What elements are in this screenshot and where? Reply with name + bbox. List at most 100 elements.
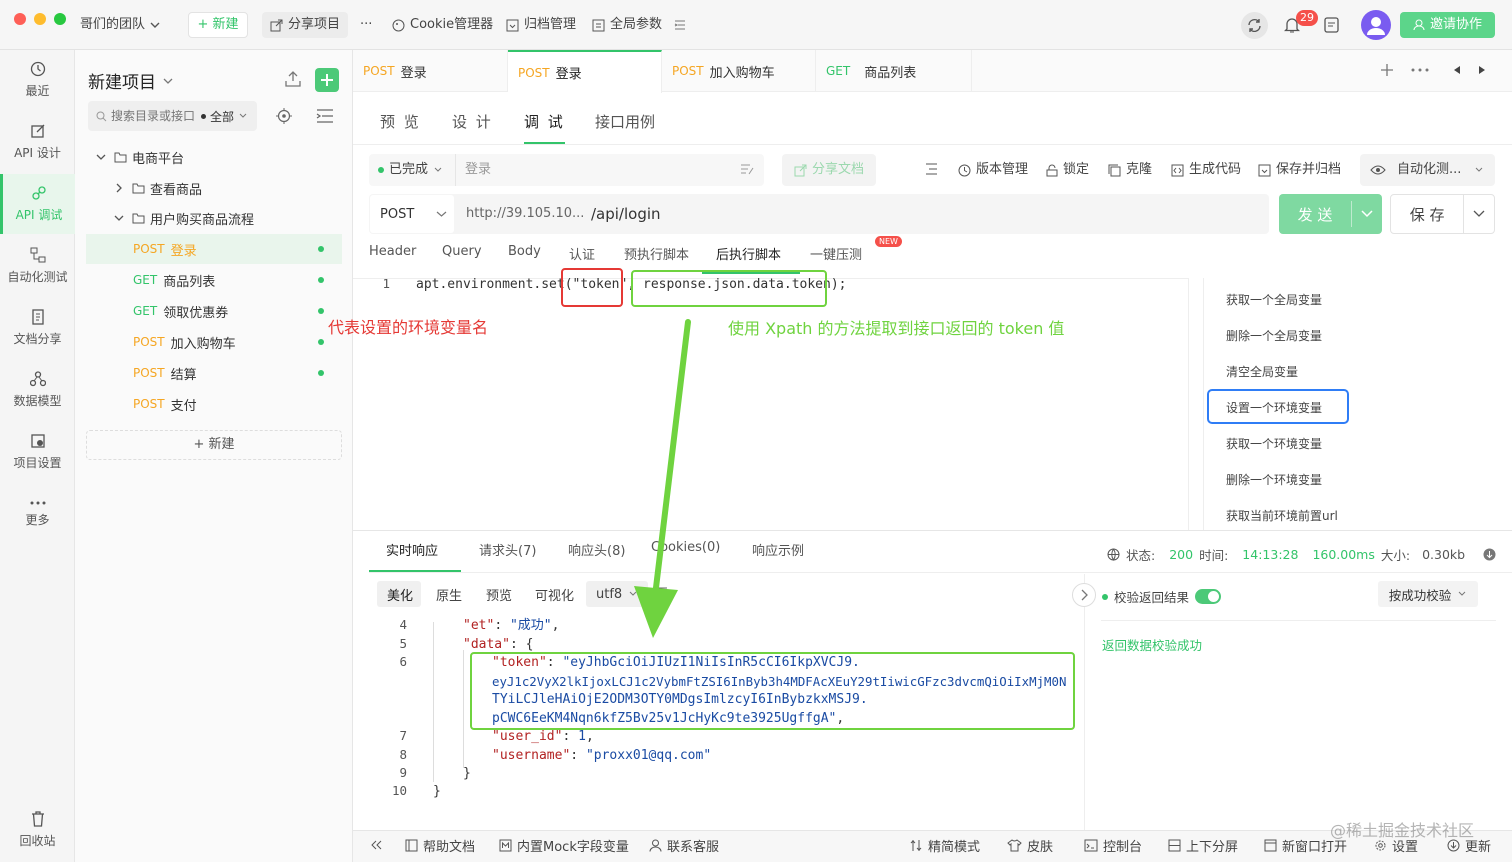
tab-get-product-list[interactable]: GET 商品列表 <box>816 50 972 92</box>
rail-item-api-debug[interactable]: API 调试 <box>0 174 75 234</box>
req-tab-query[interactable]: Query <box>442 244 482 259</box>
cookie-manager-button[interactable]: Cookie管理器 <box>392 12 493 38</box>
sync-button[interactable] <box>1241 12 1268 39</box>
resp-tab-example[interactable]: 响应示例 <box>752 540 804 559</box>
resp-tab-resp-headers[interactable]: 响应头(8) <box>568 540 625 559</box>
version-button[interactable]: 版本管理 <box>958 158 1028 182</box>
editor-scrollbar[interactable] <box>1188 278 1202 530</box>
mock-vars-button[interactable]: 内置Mock字段变量 <box>499 836 629 855</box>
tree-api-item[interactable]: POST 加入购物车 <box>86 327 342 357</box>
snippet-item[interactable]: 获取一个全局变量 <box>1226 291 1322 308</box>
more-menu-button[interactable]: ··· <box>360 12 372 38</box>
tree-folder-view-products[interactable]: 查看商品 <box>114 173 370 203</box>
send-button[interactable]: 发 送 <box>1279 194 1382 234</box>
tree-root-folder[interactable]: 电商平台 <box>96 142 352 172</box>
tree-api-item[interactable]: POST 支付 <box>86 389 342 419</box>
resp-tab-req-headers[interactable]: 请求头(7) <box>479 540 536 559</box>
tree-folder-purchase-flow[interactable]: 用户购买商品流程 <box>114 203 370 233</box>
new-tab-plus-icon[interactable] <box>1380 63 1394 77</box>
snippet-item[interactable]: 删除一个全局变量 <box>1226 327 1322 344</box>
rail-item-recent[interactable]: 最近 <box>0 50 75 110</box>
rail-item-doc-share[interactable]: 文档分享 <box>0 298 75 358</box>
outline-icon[interactable] <box>925 163 938 175</box>
collapse-all-icon[interactable] <box>316 108 334 124</box>
validate-toggle[interactable] <box>1195 589 1222 604</box>
req-tab-post-script[interactable]: 后执行脚本 <box>716 244 781 263</box>
snippet-item[interactable]: 删除一个环境变量 <box>1226 471 1322 488</box>
resp-tab-realtime[interactable]: 实时响应 <box>386 540 438 559</box>
search-input[interactable] <box>111 109 197 123</box>
tree-api-item[interactable]: GET 领取优惠券 <box>86 296 342 326</box>
tab-post-add-cart[interactable]: POST 加入购物车 <box>662 50 816 92</box>
add-button[interactable] <box>315 68 339 92</box>
clone-button[interactable]: 克隆 <box>1108 158 1152 182</box>
validate-mode-select[interactable]: 按成功校验 <box>1378 581 1478 607</box>
rail-item-api-design[interactable]: API 设计 <box>0 112 75 172</box>
subtab-test-cases[interactable]: 接口用例 <box>595 100 655 144</box>
invite-button[interactable]: 邀请协作 <box>1400 12 1495 38</box>
rail-item-trash[interactable]: 回收站 <box>0 800 75 860</box>
gen-code-button[interactable]: 生成代码 <box>1171 158 1241 182</box>
rail-item-data-model[interactable]: 数据模型 <box>0 360 75 420</box>
rail-item-more[interactable]: 更多 <box>0 484 75 544</box>
format-preview[interactable]: 预览 <box>486 585 512 604</box>
save-button[interactable]: 保 存 <box>1390 194 1495 234</box>
rail-item-project-settings[interactable]: 项目设置 <box>0 422 75 482</box>
lock-button[interactable]: 锁定 <box>1046 158 1089 182</box>
format-pretty[interactable]: 美化 <box>387 585 413 604</box>
req-tab-pre-script[interactable]: 预执行脚本 <box>624 244 689 263</box>
tree-new-button[interactable]: + 新建 <box>86 430 342 460</box>
filter-select[interactable]: 全部 <box>210 108 234 125</box>
split-view-button[interactable]: 上下分屏 <box>1168 836 1238 855</box>
tree-api-item[interactable]: POST 登录 <box>86 234 342 264</box>
auto-test-select[interactable]: 自动化测... <box>1360 154 1495 186</box>
search-box[interactable]: 全部 <box>88 101 257 131</box>
tab-prev-icon[interactable] <box>1452 65 1462 75</box>
tab-post-login-1[interactable]: POST 登录 <box>353 50 508 92</box>
base-url[interactable]: http://39.105.10... <box>466 206 584 221</box>
snippet-item[interactable]: 清空全局变量 <box>1226 363 1298 380</box>
save-archive-button[interactable]: 保存并归档 <box>1258 158 1341 182</box>
req-tab-stress-test[interactable]: 一键压测 <box>810 244 862 263</box>
format-visualize[interactable]: 可视化 <box>535 585 574 604</box>
subtab-debug[interactable]: 调 试 <box>524 100 565 144</box>
new-button[interactable]: + 新建 <box>188 12 248 38</box>
method-select[interactable]: POST <box>370 195 454 233</box>
share-project-button[interactable]: 分享项目 <box>262 12 349 38</box>
snippet-item[interactable]: 获取当前环境前置url <box>1226 507 1338 524</box>
api-name-field[interactable]: 登录 <box>465 158 491 182</box>
tree-api-item[interactable]: GET 商品列表 <box>86 265 342 295</box>
collapse-sidebar-icon[interactable] <box>370 839 382 851</box>
format-raw[interactable]: 原生 <box>436 585 462 604</box>
locate-icon[interactable] <box>276 108 292 124</box>
avatar[interactable] <box>1361 10 1391 40</box>
share-doc-button[interactable]: 分享文档 <box>782 154 877 186</box>
path-input[interactable]: /api/login <box>591 205 661 223</box>
compact-mode-button[interactable]: 精简模式 <box>910 836 980 855</box>
req-tab-header[interactable]: Header <box>369 244 416 259</box>
snippet-item[interactable]: 获取一个环境变量 <box>1226 435 1322 452</box>
tab-post-login-2[interactable]: POST 登录 <box>508 50 662 93</box>
import-icon[interactable] <box>284 70 302 88</box>
console-button[interactable]: 控制台 <box>1084 836 1142 855</box>
req-tab-auth[interactable]: 认证 <box>569 244 595 263</box>
minimize-window-button[interactable] <box>34 13 46 25</box>
global-params-button[interactable]: 全局参数 <box>592 12 662 38</box>
project-title[interactable]: 新建项目 <box>88 68 174 93</box>
rail-item-auto-test[interactable]: 自动化测试 <box>0 236 75 296</box>
tab-more-icon[interactable] <box>1411 68 1429 72</box>
collapse-menu-icon[interactable] <box>674 12 686 38</box>
archive-manager-button[interactable]: 归档管理 <box>506 12 576 38</box>
help-docs-button[interactable]: 帮助文档 <box>405 836 475 855</box>
edit-note-icon[interactable] <box>740 162 754 176</box>
subtab-design[interactable]: 设 计 <box>452 100 493 144</box>
team-selector[interactable]: 哥们的团队 <box>80 12 160 38</box>
support-button[interactable]: 联系客服 <box>649 836 719 855</box>
req-tab-body[interactable]: Body <box>508 244 541 259</box>
zoom-window-button[interactable] <box>54 13 66 25</box>
download-icon[interactable] <box>1483 548 1496 561</box>
expand-panel-button[interactable] <box>1072 583 1096 607</box>
subtab-preview[interactable]: 预 览 <box>380 100 421 144</box>
tab-next-icon[interactable] <box>1477 65 1487 75</box>
snippet-item[interactable]: 设置一个环境变量 <box>1226 399 1322 416</box>
